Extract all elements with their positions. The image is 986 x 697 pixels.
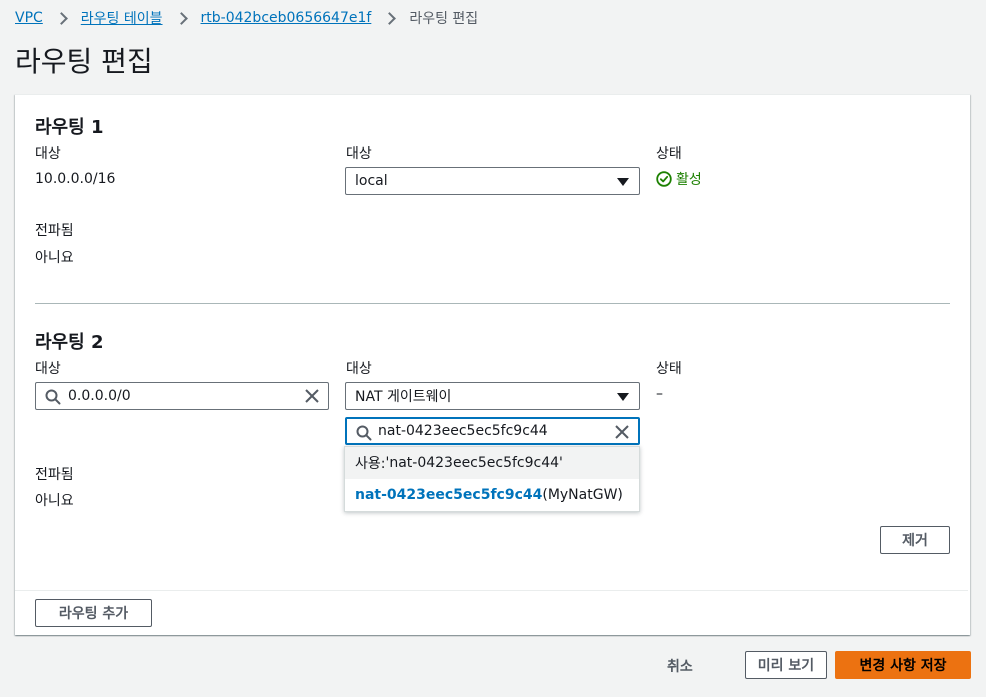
search-icon (356, 425, 372, 441)
route-1-target-select[interactable]: local (345, 167, 640, 195)
cancel-button[interactable]: 취소 (667, 656, 693, 676)
route-divider (35, 303, 950, 304)
chevron-right-icon (384, 11, 396, 25)
breadcrumb-current: 라우팅 편집 (409, 11, 479, 27)
breadcrumb-route-table-id-link[interactable]: rtb-042bceb0656647e1f (201, 10, 372, 26)
route-2-target-search-value: nat-0423eec5ec5fc9c44 (378, 423, 548, 439)
route-2-status-value: – (656, 386, 663, 402)
dropdown-option-suffix: (MyNatGW) (542, 487, 623, 503)
route-1-target-select-value: local (355, 173, 388, 189)
route-2-propagated-value: 아니요 (35, 493, 74, 509)
add-route-button[interactable]: 라우팅 추가 (35, 599, 152, 627)
route-2-target-search-input[interactable]: nat-0423eec5ec5fc9c44 (345, 417, 640, 445)
route-1-propagated-value: 아니요 (35, 250, 74, 266)
route-1-destination-label: 대상 (35, 146, 61, 162)
remove-route-button[interactable]: 제거 (880, 526, 950, 554)
container-footer-divider (15, 590, 968, 591)
route-1-status-label: 상태 (656, 146, 682, 162)
breadcrumb-route-tables-link[interactable]: 라우팅 테이블 (81, 8, 163, 28)
dropdown-option-id: nat-0423eec5ec5fc9c44 (355, 487, 543, 503)
dropdown-option-text: 'nat-0423eec5ec5fc9c44' (385, 455, 563, 471)
route-1-propagated-label: 전파됨 (35, 223, 74, 239)
route-2-propagated-label: 전파됨 (35, 467, 74, 483)
route-2-destination-input[interactable]: 0.0.0.0/0 (35, 382, 329, 410)
save-changes-button[interactable]: 변경 사항 저장 (835, 651, 971, 679)
route-1-title: 라우팅 1 (35, 117, 104, 138)
route-2-target-select-value: NAT 게이트웨이 (355, 389, 452, 405)
route-2-destination-label: 대상 (35, 361, 61, 377)
chevron-right-icon (56, 11, 68, 25)
route-1-status: 활성 (656, 169, 702, 189)
dropdown-option-use-value[interactable]: 사용: 'nat-0423eec5ec5fc9c44' (345, 447, 639, 479)
route-2-target-select[interactable]: NAT 게이트웨이 (345, 382, 640, 410)
caret-down-icon (617, 393, 629, 401)
chevron-right-icon (176, 11, 188, 25)
route-2-title: 라우팅 2 (35, 332, 104, 353)
status-success-icon (656, 171, 672, 187)
search-icon (45, 389, 61, 405)
dropdown-option-nat-gateway[interactable]: nat-0423eec5ec5fc9c44 (MyNatGW) (345, 479, 639, 511)
route-1-target-label: 대상 (346, 146, 372, 162)
breadcrumb-vpc-link[interactable]: VPC (15, 10, 43, 26)
route-2-target-label: 대상 (346, 361, 372, 377)
preview-button[interactable]: 미리 보기 (745, 651, 827, 679)
page-title: 라우팅 편집 (15, 45, 153, 78)
dropdown-option-prefix: 사용: (355, 456, 386, 472)
clear-icon[interactable] (614, 424, 630, 440)
clear-icon[interactable] (304, 388, 320, 404)
breadcrumb: VPC 라우팅 테이블 rtb-042bceb0656647e1f 라우팅 편집 (15, 9, 478, 27)
caret-down-icon (617, 178, 629, 186)
route-2-status-label: 상태 (656, 361, 682, 377)
route-1-destination-value: 10.0.0.0/16 (35, 171, 116, 187)
target-dropdown-menu: 사용: 'nat-0423eec5ec5fc9c44' nat-0423eec5… (344, 446, 640, 512)
route-1-status-value: 활성 (676, 172, 702, 188)
route-2-destination-value: 0.0.0.0/0 (68, 388, 131, 404)
routes-container: 라우팅 1 대상 10.0.0.0/16 대상 local 상태 활성 전파됨 … (15, 94, 970, 635)
